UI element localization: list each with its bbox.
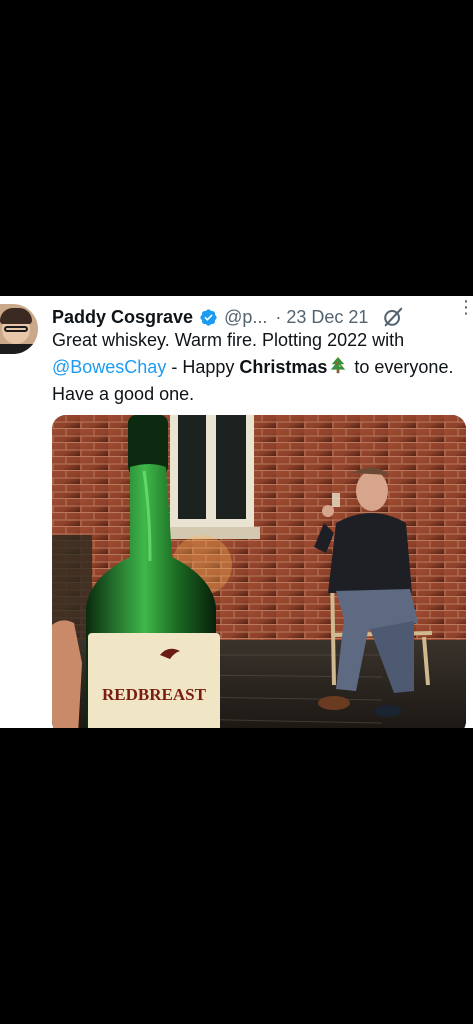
mention-link[interactable]: @BowesChay	[52, 357, 166, 377]
author-handle[interactable]: @p...	[224, 307, 267, 328]
tweet-text: Great whiskey. Warm fire. Plotting 2022 …	[52, 327, 466, 408]
more-options-icon[interactable]: ⋮	[457, 298, 473, 316]
christmas-tree-emoji	[331, 356, 346, 374]
author-name[interactable]: Paddy Cosgrave	[52, 307, 193, 328]
tweet-date[interactable]: · 23 Dec 21	[275, 307, 368, 328]
tweet-photo[interactable]: REDBREAST	[52, 415, 466, 728]
grok-icon[interactable]	[382, 306, 404, 328]
tweet-card[interactable]: Paddy Cosgrave @p... · 23 Dec 21 ⋮ Great…	[0, 296, 473, 728]
verified-badge-icon	[200, 308, 217, 326]
avatar[interactable]	[0, 304, 38, 354]
photo-scene: REDBREAST	[52, 415, 466, 728]
bottle-label-text: REDBREAST	[102, 685, 207, 704]
hashtag-christmas[interactable]: Christmas	[239, 357, 327, 377]
tweet-text-part1: Great whiskey. Warm fire. Plotting 2022 …	[52, 330, 405, 350]
tweet-text-part2: - Happy	[166, 357, 240, 377]
